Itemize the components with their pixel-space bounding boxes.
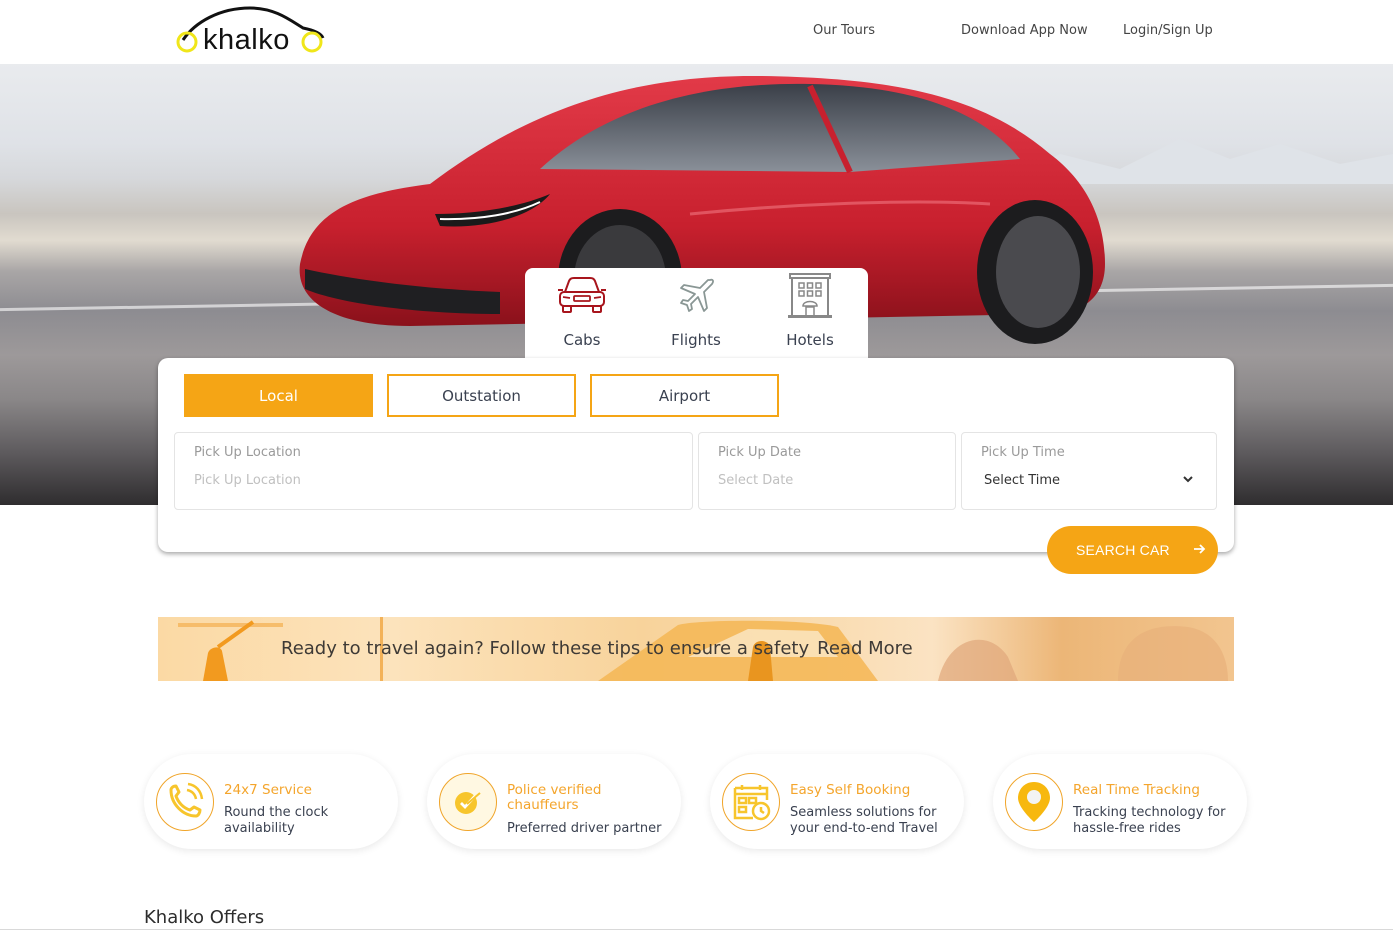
offers-heading: Khalko Offers	[144, 907, 265, 928]
search-car-label: SEARCH CAR	[1076, 542, 1170, 558]
feature-desc-line2: your end-to-end Travel	[790, 821, 938, 836]
pickup-location-field: Pick Up Location	[174, 432, 693, 510]
feature-title: 24x7 Service	[224, 782, 312, 798]
feature-desc-line1: Tracking technology for	[1073, 805, 1226, 820]
banner-message: Ready to travel again? Follow these tips…	[281, 638, 810, 659]
feature-card-police-verified: Police verified chauffeurs Preferred dri…	[427, 754, 681, 849]
trip-type-outstation[interactable]: Outstation	[387, 374, 576, 417]
nav-login-signup[interactable]: Login/Sign Up	[1123, 23, 1213, 38]
pickup-location-input[interactable]	[194, 473, 608, 488]
airplane-icon	[676, 276, 716, 320]
pickup-time-select[interactable]: Select Time	[984, 473, 1060, 488]
tab-flights-label: Flights	[671, 331, 721, 349]
search-car-button[interactable]: SEARCH CAR	[1047, 526, 1218, 574]
pickup-date-field: Pick Up Date	[698, 432, 956, 510]
nav-download-app[interactable]: Download App Now	[961, 23, 1088, 38]
calendar-clock-icon	[722, 773, 780, 831]
trip-type-airport[interactable]: Airport	[590, 374, 779, 417]
location-pin-icon	[1005, 773, 1063, 831]
feature-desc-line1: Round the clock	[224, 805, 329, 820]
tab-hotels-label: Hotels	[786, 331, 834, 349]
banner-text-container: Ready to travel again? Follow these tips…	[281, 638, 913, 659]
arrow-right-icon	[1194, 544, 1206, 554]
tab-cabs[interactable]: Cabs	[525, 268, 639, 358]
car-icon	[557, 276, 607, 320]
feature-desc-line1: Seamless solutions for	[790, 805, 937, 820]
service-tabs: Cabs Flights Hotels	[525, 268, 868, 360]
verified-check-icon	[439, 773, 497, 831]
khalko-logo[interactable]: khalko	[175, 2, 325, 58]
feature-title: Real Time Tracking	[1073, 782, 1200, 798]
feature-title-line2: chauffeurs	[507, 797, 579, 813]
safety-tips-banner[interactable]: Ready to travel again? Follow these tips…	[158, 617, 1234, 681]
feature-title: Easy Self Booking	[790, 782, 911, 798]
feature-card-tracking: Real Time Tracking Tracking technology f…	[993, 754, 1247, 849]
feature-desc-line2: hassle-free rides	[1073, 821, 1181, 836]
pickup-date-label: Pick Up Date	[718, 445, 801, 460]
tab-cabs-label: Cabs	[563, 331, 601, 349]
trip-type-local[interactable]: Local	[184, 374, 373, 417]
read-more-link[interactable]: Read More	[817, 638, 913, 659]
site-header: khalko Our Tours Download App Now Login/…	[0, 0, 1393, 64]
feature-desc-line2: availability	[224, 821, 295, 836]
feature-desc: Preferred driver partner	[507, 821, 662, 836]
cab-search-form: Local Outstation Airport Pick Up Locatio…	[158, 358, 1234, 574]
tab-hotels[interactable]: Hotels	[753, 268, 867, 358]
hotel-building-icon	[786, 273, 834, 324]
pickup-time-label: Pick Up Time	[981, 445, 1065, 460]
chevron-down-icon[interactable]	[1182, 473, 1194, 485]
nav-our-tours[interactable]: Our Tours	[813, 23, 875, 38]
feature-card-self-booking: Easy Self Booking Seamless solutions for…	[710, 754, 964, 849]
phone-call-icon	[156, 773, 214, 831]
pickup-date-input[interactable]	[718, 473, 923, 488]
feature-card-24x7: 24x7 Service Round the clock availabilit…	[144, 754, 398, 849]
pickup-time-field[interactable]: Pick Up Time Select Time	[961, 432, 1217, 510]
logo-text: khalko	[203, 24, 290, 56]
pickup-location-label: Pick Up Location	[194, 445, 301, 460]
feature-title-line1: Police verified	[507, 782, 602, 798]
section-divider	[0, 929, 1393, 930]
tab-flights[interactable]: Flights	[639, 268, 753, 358]
